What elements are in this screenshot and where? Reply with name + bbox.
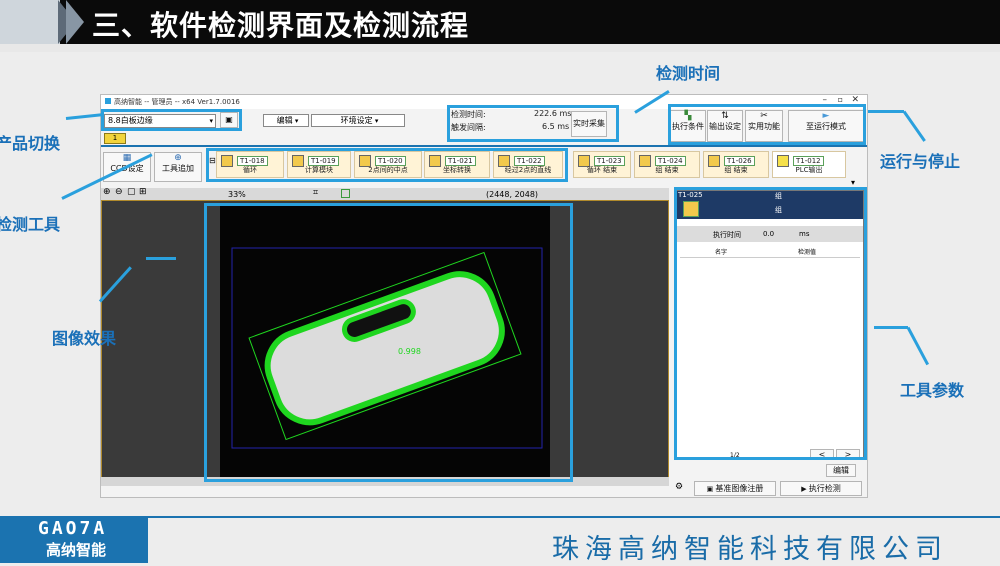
image-size: (2448, 2048): [486, 190, 539, 199]
callout-line: [874, 326, 908, 329]
chevron-down-icon: ▾: [372, 117, 379, 125]
register-reference-label: 基准图像注册: [715, 484, 764, 493]
highlight-detect-time: [447, 105, 619, 142]
image-toolbar: [101, 188, 669, 200]
environment-menu[interactable]: 环境设定 ▾: [311, 114, 405, 127]
tab-label: 1: [112, 134, 118, 142]
highlight-detection-tool: [206, 148, 568, 182]
tool-item[interactable]: T1-024 组 结束: [634, 151, 700, 178]
execute-detection-label: 执行检测: [808, 484, 841, 493]
annotation-detection-tool: 检测工具: [0, 215, 61, 234]
callout-line: [146, 257, 176, 260]
annotation-tool-params: 工具参数: [900, 381, 965, 400]
tool-label: PLC输出: [795, 166, 823, 174]
annotation-detection-time: 检测时间: [656, 64, 721, 83]
annotation-product-switch: 产品切换: [0, 134, 61, 153]
callout-line: [65, 113, 102, 120]
add-tool-button[interactable]: ⊕ 工具追加: [154, 152, 202, 182]
tab-underline: [101, 145, 867, 147]
header-chevron: [66, 0, 84, 44]
play-icon: ▶: [801, 485, 809, 493]
register-reference-button[interactable]: ▣ 基准图像注册: [694, 481, 776, 496]
tool-label: 循环 结束: [586, 166, 618, 174]
highlight-run-stop: [668, 104, 866, 145]
plus-circle-icon: ⊕: [174, 153, 182, 163]
tool-label: 组 结束: [724, 166, 748, 174]
highlight-tool-params: [674, 187, 867, 460]
callout-line: [906, 326, 930, 366]
window-title: 高纳智能 -- 管理员 -- x64 Ver1.7.0016: [114, 98, 240, 106]
scroll-down-icon[interactable]: ▾: [851, 178, 855, 187]
zoom-value: 33%: [228, 190, 246, 199]
annotation-run-stop: 运行与停止: [880, 152, 961, 171]
tool-item[interactable]: T1-012 PLC输出: [772, 151, 846, 178]
header-left-accent: [0, 0, 60, 44]
grid-icon[interactable]: ⊞: [139, 187, 147, 197]
highlight-product-switch: [101, 109, 242, 131]
maximize-icon[interactable]: ▫: [838, 95, 843, 104]
edit-menu[interactable]: 编辑 ▾: [263, 114, 309, 127]
footer-line: [0, 516, 1000, 518]
environment-menu-label: 环境设定: [340, 116, 373, 125]
fit-icon[interactable]: ▢: [127, 187, 136, 197]
company-logo: GAO7A: [38, 518, 108, 539]
chevron-down-icon: ▾: [292, 117, 299, 125]
tool-item[interactable]: T1-026 组 结束: [703, 151, 769, 178]
callout-line: [868, 110, 904, 113]
company-logo-sub: 高纳智能: [46, 541, 107, 559]
execute-detection-button[interactable]: ▶ 执行检测: [780, 481, 862, 496]
camera-settings-icon[interactable]: ⚙: [675, 482, 683, 492]
zoom-in-icon[interactable]: ⊕: [103, 187, 111, 197]
slide-title: 三、软件检测界面及检测流程: [92, 9, 470, 42]
crosshair-icon[interactable]: ⌗: [313, 188, 318, 198]
edit-menu-label: 编辑: [276, 116, 293, 125]
app-icon: [105, 98, 111, 104]
add-tool-label: 工具追加: [162, 164, 194, 173]
tab-product-1[interactable]: 1: [104, 133, 126, 144]
zoom-out-icon[interactable]: ⊖: [115, 187, 123, 197]
edit-label: 编辑: [833, 466, 849, 475]
edit-button[interactable]: 编辑: [826, 464, 856, 477]
company-name: 珠海高纳智能科技有限公司: [552, 534, 948, 565]
callout-line: [902, 110, 926, 142]
tool-item[interactable]: T1-023 循环 结束: [573, 151, 631, 178]
tool-label: 组 结束: [655, 166, 679, 174]
highlight-image: [204, 203, 573, 482]
annotation-image-effect: 图像效果: [52, 329, 117, 348]
overlay-toggle-icon[interactable]: [341, 189, 350, 198]
